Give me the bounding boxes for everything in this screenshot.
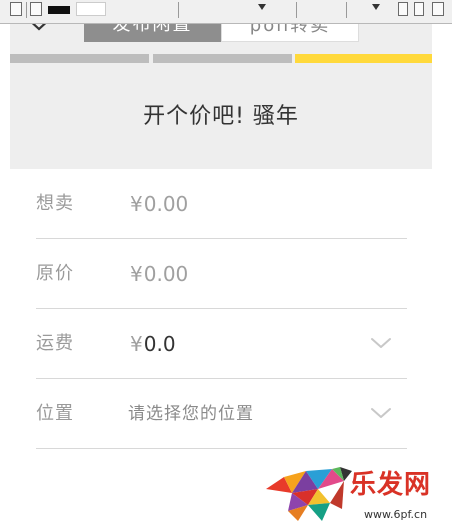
tab-resell[interactable]: poll转卖 [221,24,359,42]
shipping-value: 0.0 [143,332,176,356]
page-title: 开个价吧! 骚年 [143,104,299,129]
location-label: 位置 [36,403,74,424]
toolbar-box[interactable] [414,2,424,16]
original-price-label: 原价 [36,263,74,284]
toolbar-box[interactable] [432,2,444,16]
toolbar-box[interactable] [30,2,42,16]
tab-post-item[interactable]: 发布闲置 [84,24,221,42]
close-icon[interactable] [24,24,54,36]
toolbar-separator [26,2,27,18]
chevron-down-icon[interactable] [369,335,393,351]
want-price-label: 想卖 [36,193,74,214]
toolbar-separator [296,2,297,18]
app-screen: 发布闲置 poll转卖 开个价吧! 骚年 想卖 ¥0.00 原价 ¥0.00 运… [10,24,432,531]
original-price-input[interactable]: ¥0.00 [130,239,188,309]
location-row[interactable]: 位置 请选择您的位置 [36,379,407,449]
watermark-url: www.6pf.cn [364,508,428,521]
dropdown-arrow-icon[interactable] [258,4,266,10]
toolbar-box[interactable] [398,2,408,16]
toolbar-separator [346,2,347,18]
want-price-row[interactable]: 想卖 ¥0.00 [36,169,407,239]
progress-step-3 [295,54,432,63]
tab-resell-label: poll转卖 [249,24,331,36]
tab-post-item-label: 发布闲置 [112,24,193,35]
shipping-label: 运费 [36,333,74,354]
shipping-row[interactable]: 运费 ¥0.0 [36,309,407,379]
toolbar-field[interactable] [76,2,106,16]
currency-symbol: ¥ [130,192,143,216]
watermark-bull-logo [266,467,352,521]
watermark-brand: 乐发网 [350,470,432,500]
original-price-value: 0.00 [143,262,189,286]
toolbar-box[interactable] [10,2,22,16]
price-form: 想卖 ¥0.00 原价 ¥0.00 运费 ¥0.0 位置 请选择您的位置 [36,169,407,449]
header-area [10,24,432,169]
shipping-input[interactable]: ¥0.0 [130,309,176,379]
dropdown-arrow-icon[interactable] [372,4,380,10]
toolbar-separator [178,2,179,18]
want-price-value: 0.00 [143,192,189,216]
original-price-row[interactable]: 原价 ¥0.00 [36,239,407,309]
toolbar-color-swatch[interactable] [48,6,70,14]
progress-step-2 [153,54,292,63]
want-price-input[interactable]: ¥0.00 [130,169,188,239]
location-select[interactable]: 请选择您的位置 [128,379,254,449]
chevron-down-icon[interactable] [369,405,393,421]
currency-symbol: ¥ [130,262,143,286]
editor-toolbar [0,0,452,24]
currency-symbol: ¥ [130,332,143,356]
progress-step-1 [10,54,149,63]
